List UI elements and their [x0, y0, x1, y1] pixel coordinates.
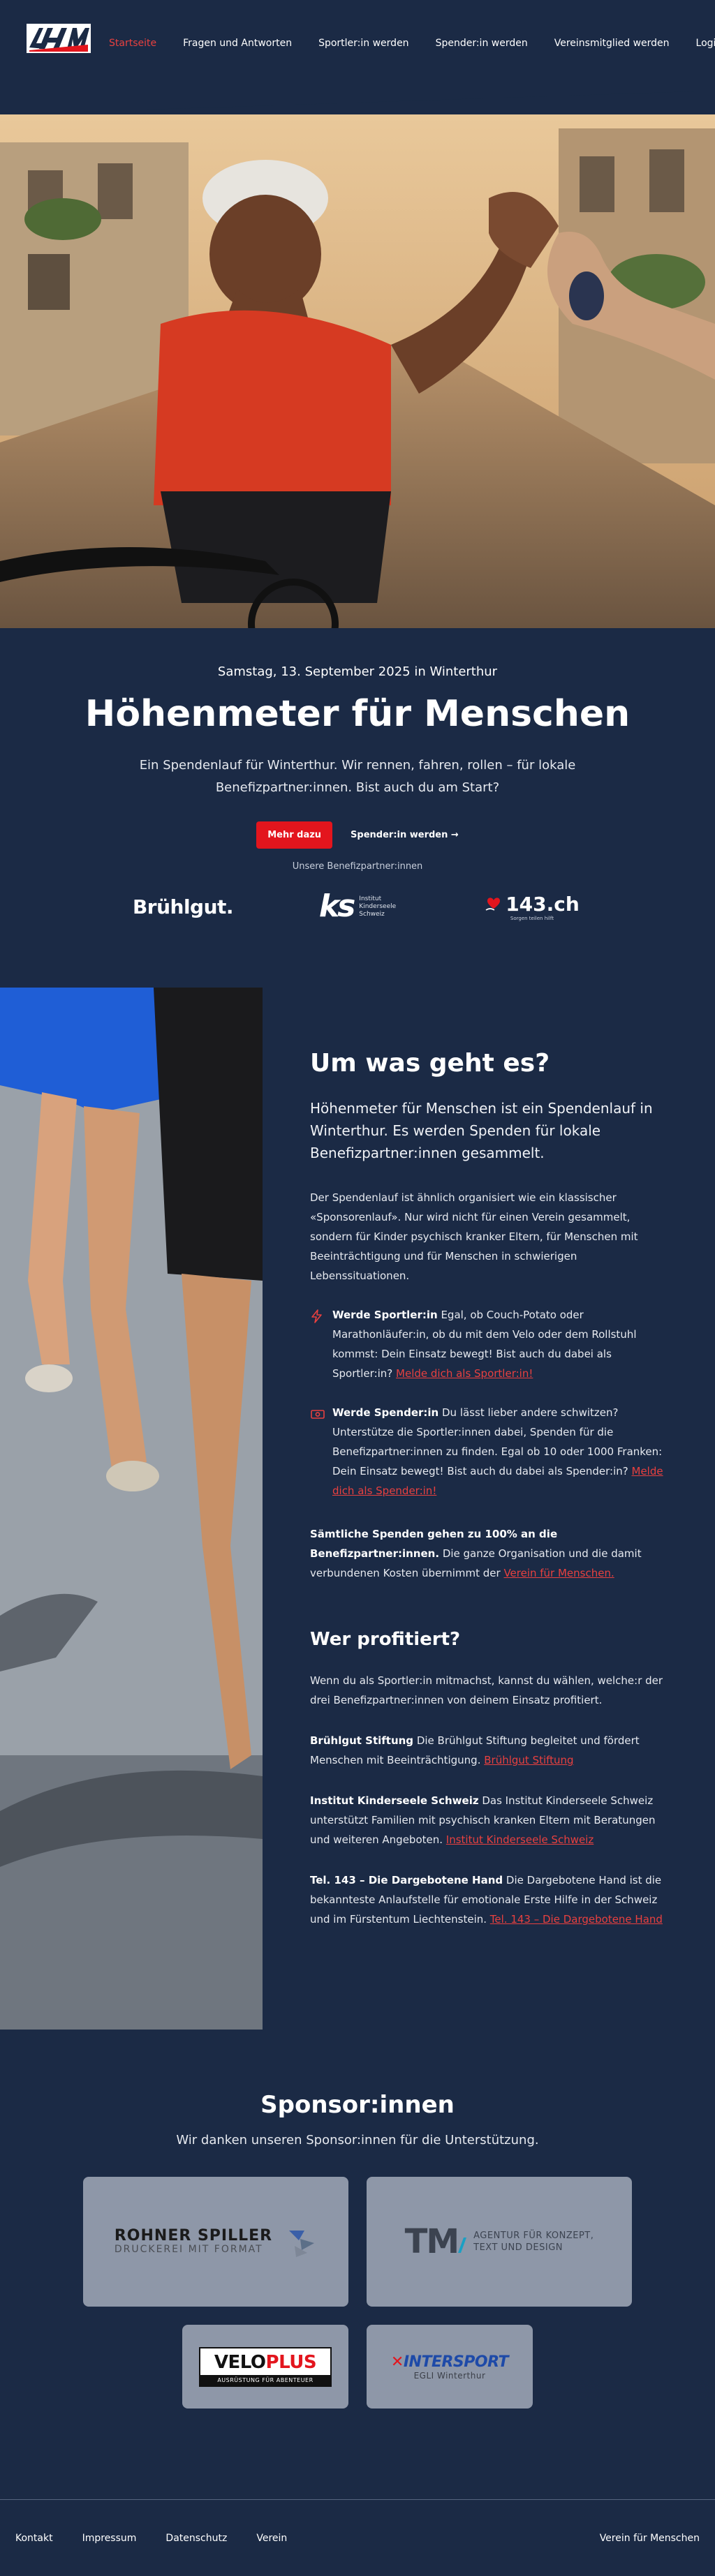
nav-item-sportler[interactable]: Sportler:in werden	[318, 38, 408, 49]
veloplus-logo: VELOPLUS AUSRÜSTUNG FÜR ABENTEUER	[199, 2346, 332, 2387]
footer-verein-link[interactable]: Verein für Menschen	[600, 2533, 700, 2544]
footer-link-verein[interactable]: Verein	[256, 2533, 287, 2544]
footer-link-impressum[interactable]: Impressum	[82, 2533, 137, 2544]
nav-item-startseite[interactable]: Startseite	[109, 38, 156, 49]
hero-image-cyclist-high-five	[0, 114, 715, 628]
kinderseele-mark: ks	[318, 888, 355, 924]
tel143-tagline: Sorgen teilen hilft	[510, 915, 554, 921]
intersport-sub: EGLI Winterthur	[413, 2370, 486, 2381]
feature-spender-title: Werde Spender:in	[332, 1406, 439, 1419]
intersport-x-icon: ✕	[390, 2353, 404, 2371]
rohner-tagline: DRUCKEREI MIT FORMAT	[114, 2244, 263, 2255]
rohner-cmyk-icon	[289, 2231, 315, 2257]
hfm-logo-icon	[27, 24, 91, 53]
partner-logo-143[interactable]: 143.ch Sorgen teilen hilft	[445, 893, 619, 921]
org-kinderseele: Institut Kinderseele Schweiz Das Institu…	[310, 1794, 656, 1846]
verein-link[interactable]: Verein für Menschen.	[503, 1567, 614, 1579]
nav-item-spender[interactable]: Spender:in werden	[436, 38, 528, 49]
sponsor-card-veloplus[interactable]: VELOPLUS AUSRÜSTUNG FÜR ABENTEUER	[182, 2325, 348, 2409]
event-title: Höhenmeter für Menschen	[84, 693, 631, 735]
footer-link-kontakt[interactable]: Kontakt	[15, 2533, 53, 2544]
who-profits-intro: Wenn du als Sportler:in mitmachst, kanns…	[310, 1674, 663, 1706]
about-content: Um was geht es? Höhenmeter für Menschen …	[263, 988, 715, 2030]
tm-accent-icon	[458, 2238, 467, 2253]
org-bruehlgut: Brühlgut Stiftung Die Brühlgut Stiftung …	[310, 1734, 640, 1766]
who-profits-title: Wer profitiert?	[310, 1629, 461, 1650]
sponsor-card-rohner-spiller[interactable]: ROHNER SPILLER DRUCKEREI MIT FORMAT	[83, 2177, 348, 2307]
lightning-icon	[311, 1309, 322, 1323]
footer-link-datenschutz[interactable]: Datenschutz	[165, 2533, 227, 2544]
sponsors-section: Sponsor:innen Wir danken unseren Sponsor…	[0, 2030, 715, 2409]
rohner-name: ROHNER SPILLER	[114, 2227, 273, 2244]
sponsors-subtitle: Wir danken unseren Sponsor:innen für die…	[176, 2133, 539, 2147]
intersport-logo: ✕INTERSPORT EGLI Winterthur	[390, 2353, 509, 2381]
sponsor-card-tm-agentur[interactable]: TM AGENTUR FÜR KONZEPT, TEXT UND DESIGN	[367, 2177, 632, 2307]
feature-sportler-title: Werde Sportler:in	[332, 1309, 438, 1321]
nav-item-faq[interactable]: Fragen und Antworten	[183, 38, 292, 49]
bruehlgut-link[interactable]: Brühlgut Stiftung	[484, 1754, 573, 1766]
logo-link[interactable]	[27, 24, 91, 53]
about-lead: Höhenmeter für Menschen ist ein Spendenl…	[310, 1100, 653, 1161]
partner-logo-kinderseele[interactable]: ks Institut Kinderseele Schweiz	[270, 891, 445, 922]
tel143-wordmark: 143.ch	[506, 892, 580, 916]
donation-info: Sämtliche Spenden gehen zu 100% an die B…	[310, 1528, 642, 1579]
sponsors-title: Sponsor:innen	[260, 2091, 455, 2119]
about-section: Um was geht es? Höhenmeter für Menschen …	[0, 988, 715, 2030]
site-header: Startseite Fragen und Antworten Sportler…	[0, 0, 715, 91]
money-icon	[311, 1410, 325, 1419]
sponsor-card-intersport[interactable]: ✕INTERSPORT EGLI Winterthur	[367, 2325, 533, 2409]
about-title: Um was geht es?	[310, 1049, 550, 1078]
about-intro: Der Spendenlauf ist ähnlich organisiert …	[310, 1191, 638, 1282]
main-nav: Startseite Fragen und Antworten Sportler…	[109, 38, 696, 49]
partners-label: Unsere Benefizpartner:innen	[292, 861, 423, 872]
heart-hand-icon	[485, 898, 501, 911]
kinderseele-text: Institut Kinderseele Schweiz	[359, 895, 397, 918]
more-info-button[interactable]: Mehr dazu	[256, 821, 333, 849]
become-donor-button[interactable]: Spender:in werden →	[351, 830, 459, 840]
tm-tagline-2: TEXT UND DESIGN	[473, 2242, 563, 2253]
feature-sportler: Werde Sportler:in Egal, ob Couch-Potato …	[310, 1305, 666, 1383]
event-subtitle: Ein Spendenlauf für Winterthur. Wir renn…	[139, 758, 576, 795]
feature-spender: Werde Spender:in Du lässt lieber andere …	[310, 1403, 666, 1501]
partner-logos: Brühlgut. ks Institut Kinderseele Schwei…	[0, 884, 715, 929]
site-footer: Kontakt Impressum Datenschutz Verein Ver…	[0, 2499, 715, 2576]
event-section: Samstag, 13. September 2025 in Winterthu…	[0, 628, 715, 929]
tel143-link[interactable]: Tel. 143 – Die Dargebotene Hand	[490, 1913, 663, 1926]
runner-legs-image	[0, 988, 263, 2030]
footer-links: Kontakt Impressum Datenschutz Verein	[15, 2533, 600, 2544]
sponsor-grid: ROHNER SPILLER DRUCKEREI MIT FORMAT TM A…	[78, 2177, 637, 2409]
login-link[interactable]: Login	[696, 38, 715, 49]
bruehlgut-wordmark: Brühlgut.	[132, 895, 234, 918]
hero-section	[0, 91, 715, 628]
tm-tagline-1: AGENTUR FÜR KONZEPT,	[473, 2231, 594, 2241]
veloplus-tagline: AUSRÜSTUNG FÜR ABENTEUER	[200, 2374, 330, 2385]
event-buttons: Mehr dazu Spender:in werden →	[0, 821, 715, 849]
partner-logo-bruehlgut[interactable]: Brühlgut.	[96, 895, 270, 918]
intersport-name: INTERSPORT	[403, 2353, 509, 2371]
kinderseele-link[interactable]: Institut Kinderseele Schweiz	[446, 1833, 594, 1846]
nav-item-verein[interactable]: Vereinsmitglied werden	[554, 38, 670, 49]
event-date: Samstag, 13. September 2025 in Winterthu…	[217, 664, 498, 679]
register-sportler-link[interactable]: Melde dich als Sportler:in!	[396, 1367, 533, 1380]
hero-skew-divider	[0, 91, 715, 114]
tm-mark: TM	[404, 2222, 460, 2261]
org-tel143: Tel. 143 – Die Dargebotene Hand Die Darg…	[310, 1874, 663, 1926]
